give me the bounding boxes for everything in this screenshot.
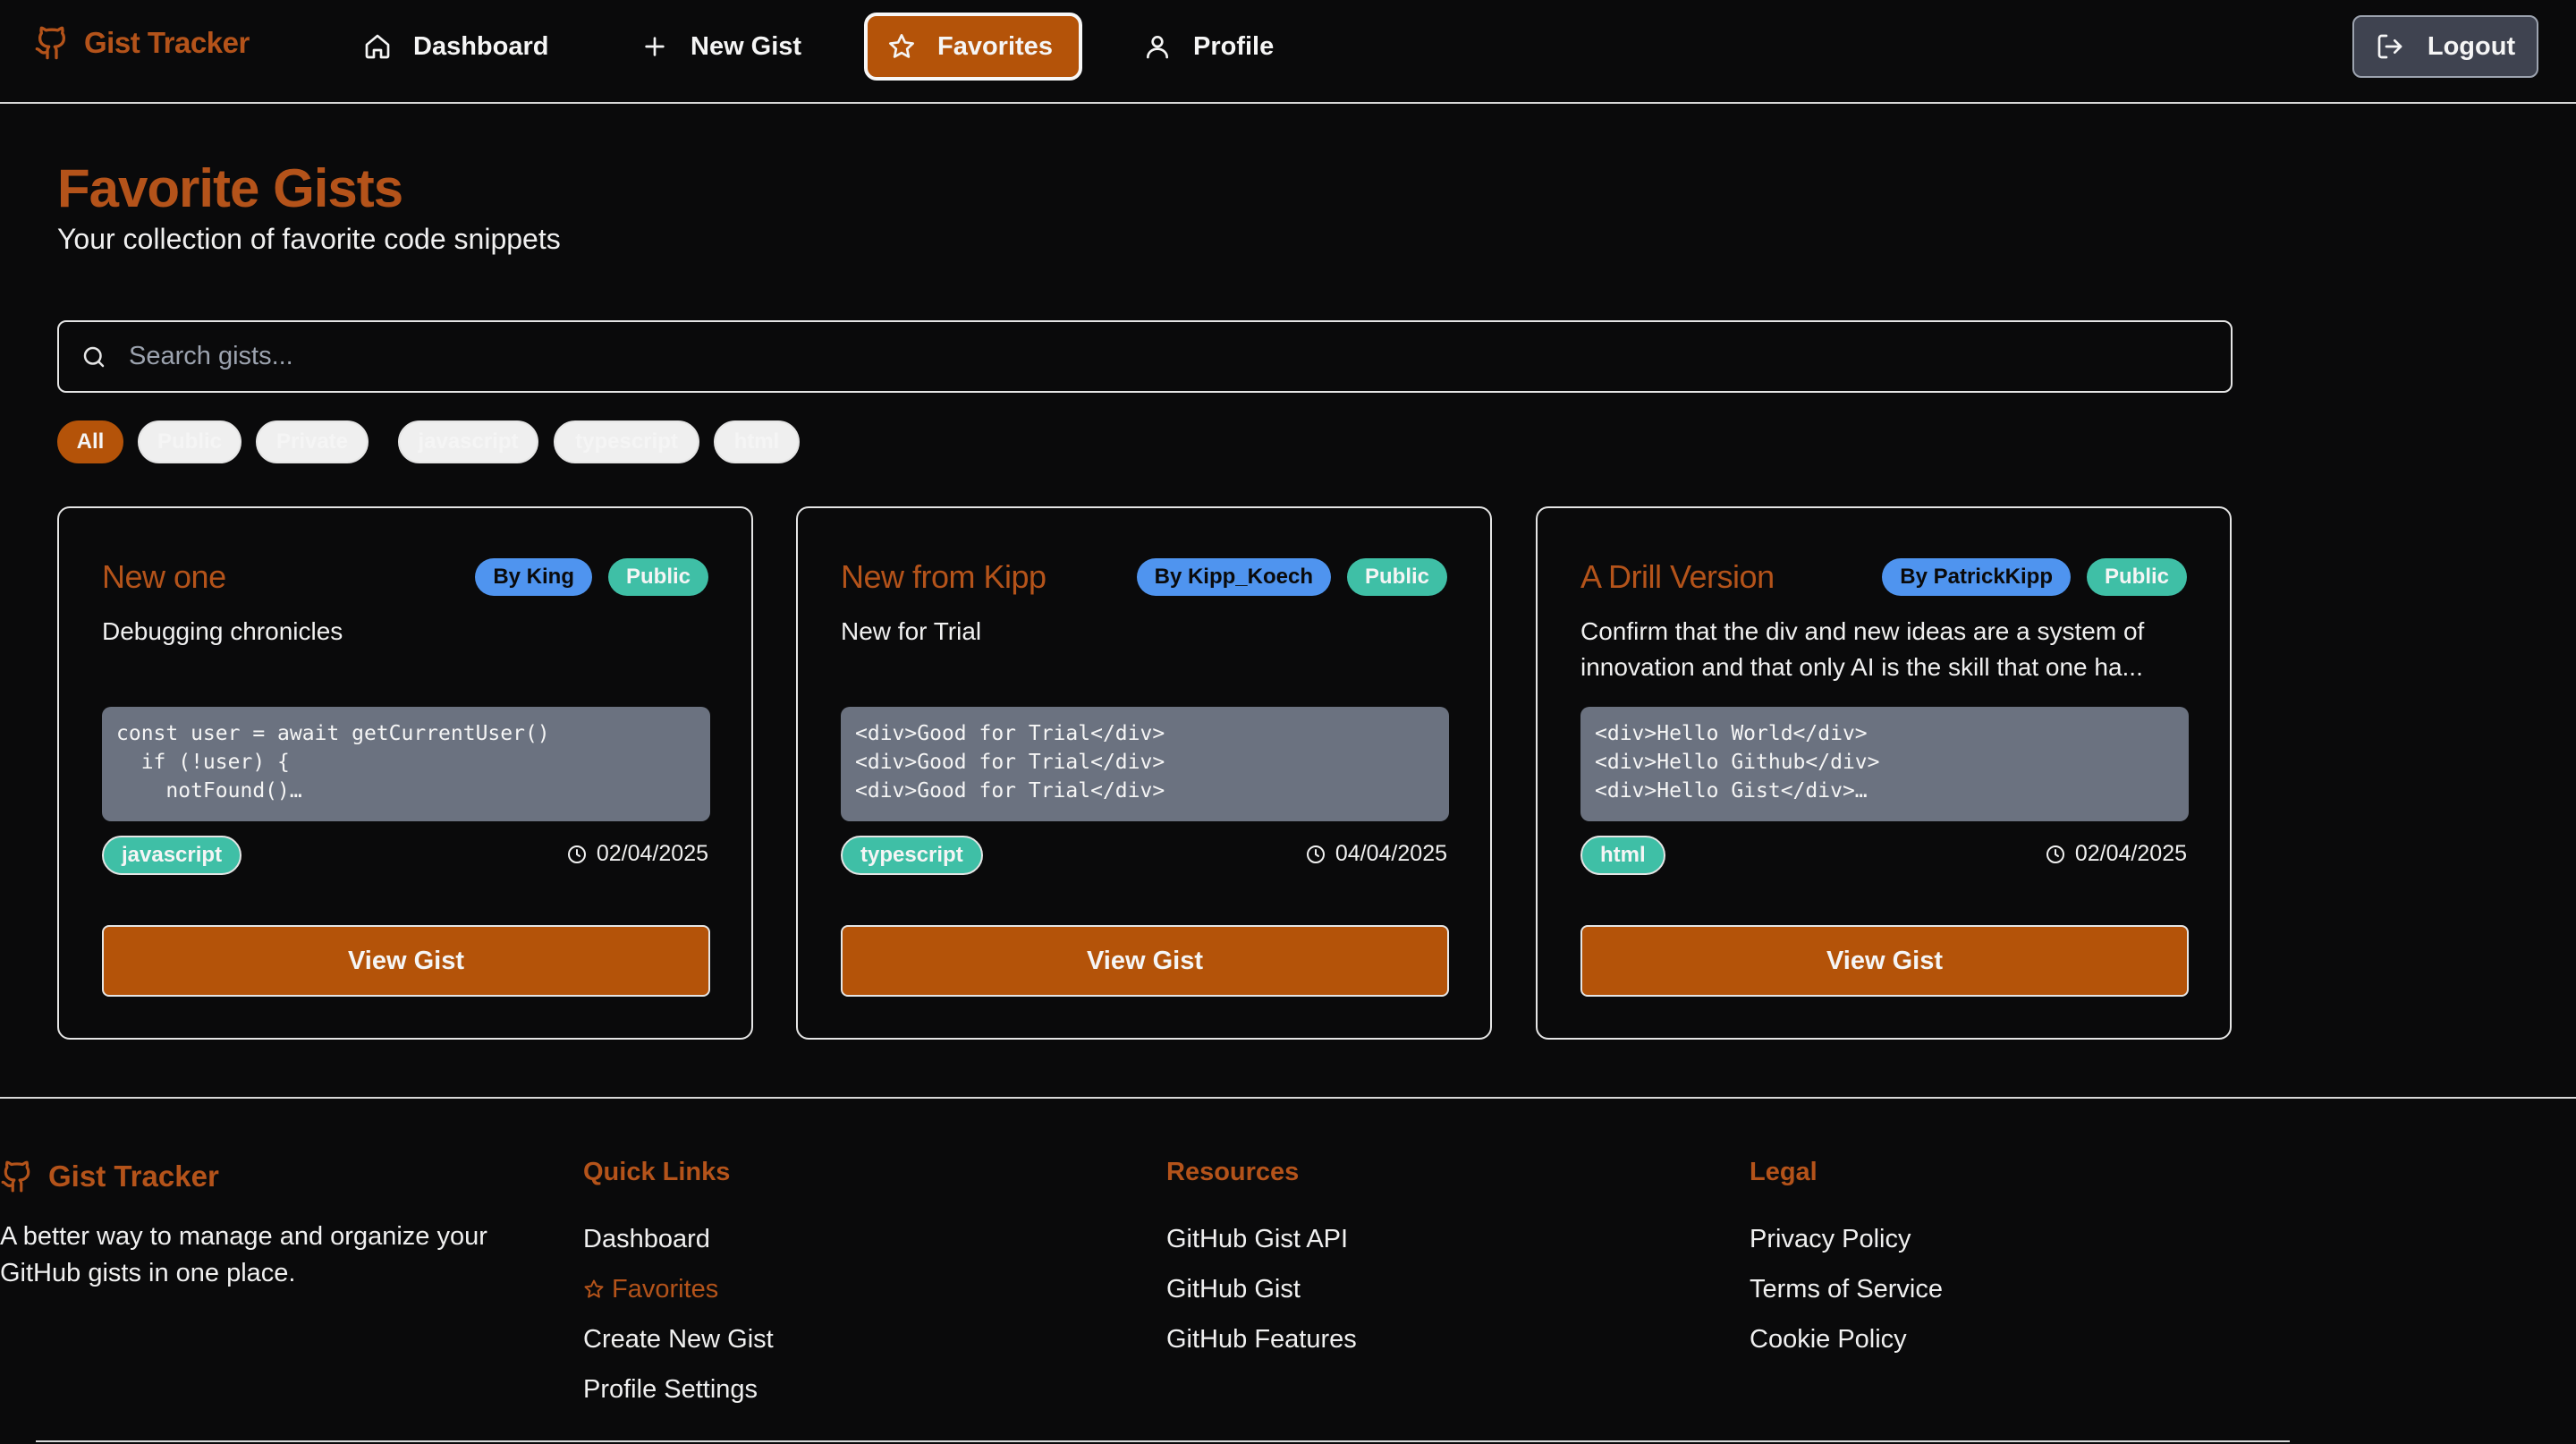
footer-heading: Quick Links xyxy=(583,1158,731,1186)
language-badge: javascript xyxy=(102,836,242,875)
home-icon xyxy=(363,32,392,61)
filter-public[interactable]: Public xyxy=(138,420,242,463)
footer-legal: Legal Privacy Policy Terms of Service Co… xyxy=(1750,1158,1943,1364)
star-icon xyxy=(583,1278,605,1300)
footer-link-terms[interactable]: Terms of Service xyxy=(1750,1264,1943,1314)
footer-divider xyxy=(0,1097,2576,1099)
brand-name: Gist Tracker xyxy=(84,26,250,59)
footer-link-gist-api[interactable]: GitHub Gist API xyxy=(1166,1214,1357,1264)
filter-javascript[interactable]: javascript xyxy=(398,420,538,463)
top-navbar: Gist Tracker Dashboard New Gist Favorite… xyxy=(0,0,2576,104)
gist-date: 04/04/2025 xyxy=(1305,841,1447,867)
gist-date-text: 04/04/2025 xyxy=(1335,841,1447,866)
nav-new-gist-label: New Gist xyxy=(691,31,802,61)
nav-dashboard-label: Dashboard xyxy=(413,31,549,61)
gist-date-text: 02/04/2025 xyxy=(2074,841,2187,866)
language-badge: html xyxy=(1580,836,1665,875)
footer-heading: Resources xyxy=(1166,1158,1300,1186)
footer-link-cookies[interactable]: Cookie Policy xyxy=(1750,1314,1943,1364)
nav-favorites-label: Favorites xyxy=(937,31,1053,61)
code-preview: const user = await getCurrentUser() if (… xyxy=(102,707,710,821)
page-subtitle: Your collection of favorite code snippet… xyxy=(57,223,561,255)
gist-date: 02/04/2025 xyxy=(2045,841,2187,867)
footer-link-privacy[interactable]: Privacy Policy xyxy=(1750,1214,1943,1264)
view-gist-button[interactable]: View Gist xyxy=(1580,925,2189,997)
clock-icon xyxy=(566,844,588,865)
footer-link-dashboard[interactable]: Dashboard xyxy=(583,1214,774,1264)
github-icon xyxy=(34,25,70,61)
footer-brand: Gist Tracker xyxy=(0,1159,219,1193)
author-badge: By PatrickKipp xyxy=(1882,558,2071,596)
gist-title[interactable]: New one xyxy=(102,558,226,596)
clock-icon xyxy=(1305,844,1326,865)
brand-link[interactable]: Gist Tracker xyxy=(34,25,250,61)
footer-heading: Legal xyxy=(1750,1158,1818,1186)
footer-resources: Resources GitHub Gist API GitHub Gist Gi… xyxy=(1166,1158,1357,1364)
search-input[interactable] xyxy=(129,342,2186,371)
filter-typescript[interactable]: typescript xyxy=(554,420,699,463)
language-badge: typescript xyxy=(841,836,983,875)
author-badge: By Kipp_Koech xyxy=(1136,558,1331,596)
nav-profile[interactable]: Profile xyxy=(1118,13,1299,81)
clock-icon xyxy=(2045,844,2066,865)
footer-link-favorites-label: Favorites xyxy=(612,1274,719,1304)
footer-link-github-features[interactable]: GitHub Features xyxy=(1166,1314,1357,1364)
footer-link-github-gist[interactable]: GitHub Gist xyxy=(1166,1264,1357,1314)
author-badge: By King xyxy=(475,558,592,596)
footer-tagline: A better way to manage and organize your… xyxy=(0,1222,487,1287)
filter-all[interactable]: All xyxy=(57,420,123,463)
filter-private[interactable]: Private xyxy=(256,420,369,463)
code-preview: <div>Good for Trial</div> <div>Good for … xyxy=(841,707,1449,821)
gist-title[interactable]: A Drill Version xyxy=(1580,558,1775,596)
view-gist-button[interactable]: View Gist xyxy=(102,925,710,997)
gist-description: Debugging chronicles xyxy=(102,617,343,645)
nav-dashboard[interactable]: Dashboard xyxy=(338,13,573,81)
nav-new-gist[interactable]: New Gist xyxy=(615,13,826,81)
logout-button[interactable]: Logout xyxy=(2352,15,2538,78)
logout-icon xyxy=(2376,32,2404,61)
star-icon xyxy=(887,32,916,61)
gist-card: New one By King Public Debugging chronic… xyxy=(57,506,753,1040)
visibility-badge: Public xyxy=(607,558,708,596)
gist-description: Confirm that the div and new ideas are a… xyxy=(1580,617,2145,681)
footer-link-favorites[interactable]: Favorites xyxy=(583,1264,774,1314)
user-icon xyxy=(1143,32,1172,61)
view-gist-button[interactable]: View Gist xyxy=(841,925,1449,997)
footer-link-profile-settings[interactable]: Profile Settings xyxy=(583,1364,774,1414)
page-title: Favorite Gists xyxy=(57,158,403,218)
nav-profile-label: Profile xyxy=(1193,31,1275,61)
gist-title[interactable]: New from Kipp xyxy=(841,558,1046,596)
search-icon xyxy=(80,344,107,370)
search-bar xyxy=(57,320,2233,393)
logout-label: Logout xyxy=(2427,31,2516,61)
gist-card: New from Kipp By Kipp_Koech Public New f… xyxy=(796,506,1492,1040)
gist-date-text: 02/04/2025 xyxy=(596,841,708,866)
gist-description: New for Trial xyxy=(841,617,982,645)
nav-favorites[interactable]: Favorites xyxy=(864,13,1082,81)
visibility-badge: Public xyxy=(2086,558,2187,596)
footer-link-create-gist[interactable]: Create New Gist xyxy=(583,1314,774,1364)
footer-quick-links: Quick Links Dashboard Favorites Create N… xyxy=(583,1158,774,1414)
gist-date: 02/04/2025 xyxy=(566,841,708,867)
gist-badges: By King Public xyxy=(475,558,708,596)
plus-icon xyxy=(640,32,669,61)
visibility-badge: Public xyxy=(1346,558,1447,596)
code-preview: <div>Hello World</div> <div>Hello Github… xyxy=(1580,707,2189,821)
gist-badges: By Kipp_Koech Public xyxy=(1136,558,1447,596)
gist-card: A Drill Version By PatrickKipp Public Co… xyxy=(1536,506,2232,1040)
gist-badges: By PatrickKipp Public xyxy=(1882,558,2187,596)
filter-html[interactable]: html xyxy=(714,420,800,463)
footer-bottom-divider xyxy=(36,1440,2290,1442)
footer-brand-name: Gist Tracker xyxy=(48,1159,219,1193)
github-icon xyxy=(0,1159,34,1193)
